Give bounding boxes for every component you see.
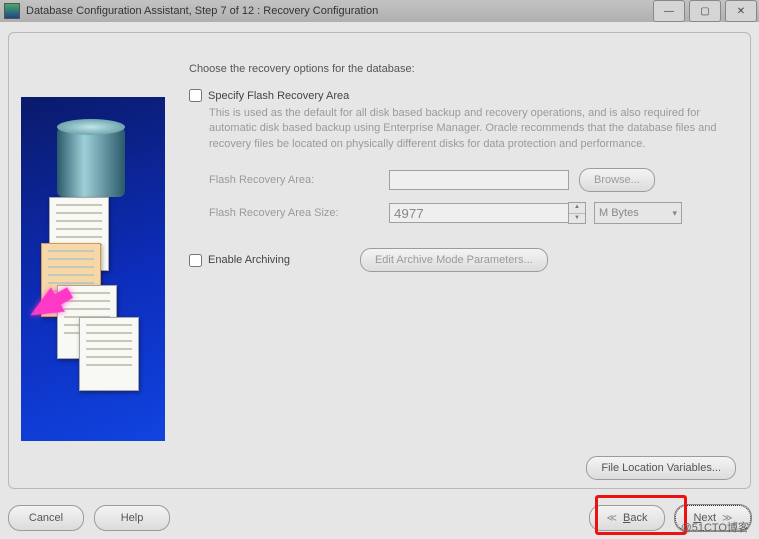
size-spinner[interactable]: ▲▼: [568, 202, 586, 224]
wizard-image: [21, 97, 165, 441]
back-button[interactable]: Back: [589, 505, 665, 531]
close-button[interactable]: ✕: [725, 0, 757, 22]
minimize-button[interactable]: —: [653, 0, 685, 22]
main-panel: Choose the recovery options for the data…: [8, 32, 751, 489]
page-heading: Choose the recovery options for the data…: [189, 63, 738, 75]
page-icon: [79, 317, 139, 391]
back-button-label: Back: [623, 512, 647, 524]
flash-recovery-size-label: Flash Recovery Area Size:: [209, 207, 389, 219]
enable-archiving-row: Enable Archiving Edit Archive Mode Param…: [189, 248, 738, 272]
enable-archiving-label: Enable Archiving: [208, 254, 290, 266]
database-cylinder-icon: [57, 127, 125, 197]
size-unit-select[interactable]: M Bytes: [594, 202, 682, 224]
window-title: Database Configuration Assistant, Step 7…: [26, 5, 378, 17]
flash-recovery-size-input[interactable]: [389, 203, 569, 223]
flash-recovery-area-row: Flash Recovery Area: Browse...: [209, 168, 738, 192]
watermark: @51CTO博客: [681, 519, 749, 535]
specify-flash-recovery-row: Specify Flash Recovery Area: [189, 89, 738, 102]
specify-flash-recovery-label: Specify Flash Recovery Area: [208, 90, 349, 102]
client-area: Choose the recovery options for the data…: [0, 22, 759, 539]
file-location-variables-button[interactable]: File Location Variables...: [586, 456, 736, 480]
help-button[interactable]: Help: [94, 505, 170, 531]
edit-archive-params-button[interactable]: Edit Archive Mode Parameters...: [360, 248, 548, 272]
window-controls: — ▢ ✕: [649, 0, 757, 22]
specify-flash-recovery-description: This is used as the default for all disk…: [209, 106, 738, 152]
cancel-button-label: Cancel: [29, 512, 63, 524]
app-icon: [4, 3, 20, 19]
flash-recovery-area-label: Flash Recovery Area:: [209, 174, 389, 186]
flash-recovery-size-row: Flash Recovery Area Size: ▲▼ M Bytes: [209, 202, 738, 224]
enable-archiving-checkbox[interactable]: [189, 254, 202, 267]
size-unit-value: M Bytes: [599, 207, 639, 219]
panel-footer: File Location Variables...: [586, 456, 736, 480]
content-area: Choose the recovery options for the data…: [189, 63, 738, 476]
help-button-label: Help: [121, 512, 144, 524]
specify-flash-recovery-checkbox[interactable]: [189, 89, 202, 102]
title-bar: Database Configuration Assistant, Step 7…: [0, 0, 759, 23]
cancel-button[interactable]: Cancel: [8, 505, 84, 531]
browse-button[interactable]: Browse...: [579, 168, 655, 192]
maximize-button[interactable]: ▢: [689, 0, 721, 22]
wizard-footer: Cancel Help Back Next: [8, 505, 751, 531]
flash-recovery-area-input[interactable]: [389, 170, 569, 190]
